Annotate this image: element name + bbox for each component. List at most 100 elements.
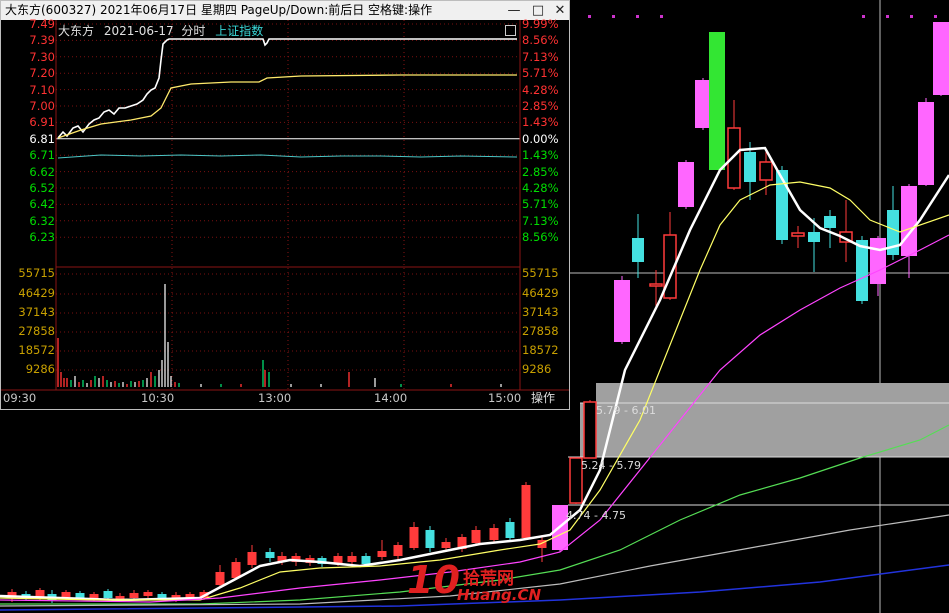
candle-body — [632, 238, 644, 262]
candle-body — [808, 232, 820, 242]
logo-number: 10 — [407, 558, 460, 602]
candle — [791, 226, 805, 248]
candle — [143, 590, 153, 598]
time-label-0930: 09:30 — [3, 391, 37, 405]
intraday-chart[interactable] — [1, 20, 569, 391]
candle-body — [441, 542, 451, 548]
candle-body — [143, 592, 153, 596]
index-link[interactable]: 上证指数 — [215, 24, 263, 38]
logo-url-text: Huang.CN — [457, 586, 542, 604]
candle — [489, 524, 499, 542]
expand-checkbox[interactable] — [505, 25, 516, 36]
candle — [583, 400, 597, 459]
candle-body — [649, 283, 663, 287]
pct-tick-label: 5.71% — [522, 197, 559, 212]
candle — [695, 78, 711, 130]
pct-tick-label: 8.56% — [522, 33, 559, 48]
pct-tick-label: 7.13% — [522, 49, 559, 64]
candle-body — [824, 216, 836, 228]
candle-body — [695, 80, 711, 128]
intraday-popup-window[interactable]: 大东方(600327) 2021年06月17日 星期四 PageUp/Down:… — [0, 0, 570, 410]
candle — [870, 236, 886, 296]
candle-body — [471, 530, 481, 543]
price-tick-label: 7.39 — [29, 33, 55, 48]
pct-tick-label: 7.13% — [522, 213, 559, 228]
time-label-1300: 13:00 — [258, 391, 292, 405]
top-marker — [910, 15, 913, 18]
time-label-1030: 10:30 — [141, 391, 175, 405]
price-tick-label: 6.52 — [29, 181, 55, 195]
volume-tick-label: 9286 — [25, 362, 55, 376]
pct-tick-label: 1.43% — [522, 115, 559, 130]
candle-body — [377, 551, 387, 557]
candle-body — [918, 102, 934, 185]
candle-body — [393, 545, 403, 556]
volume-tick-label: 9286 — [522, 362, 552, 376]
pct-tick-label: 4.28% — [522, 181, 559, 195]
candle — [933, 22, 949, 96]
candle — [247, 545, 257, 568]
site-logo: 10 拾荒网 Huang.CN — [407, 558, 547, 608]
candle — [393, 542, 403, 560]
price-tick-label: 6.23 — [29, 230, 55, 245]
candle-body — [75, 593, 85, 598]
candle — [678, 160, 694, 209]
volume-tick-label: 46429 — [522, 286, 559, 300]
candle — [614, 276, 630, 344]
gap-box-label-1: 5.79 - 6.01 — [596, 404, 656, 417]
price-tick-label: 6.81 — [29, 131, 55, 146]
volume-tick-label: 27858 — [522, 324, 559, 338]
top-marker — [612, 15, 615, 18]
price-tick-label: 6.71 — [29, 148, 55, 163]
candle-body — [933, 22, 949, 95]
top-marker — [636, 15, 639, 18]
candle-body — [505, 522, 515, 538]
candle-body — [791, 232, 805, 237]
candle-body — [744, 152, 756, 182]
operate-button[interactable]: 操作 — [521, 389, 565, 407]
candle-body — [489, 528, 499, 540]
candle — [709, 32, 725, 170]
pct-tick-label: 5.71% — [522, 66, 559, 81]
chart-date: 2021-06-17 — [103, 24, 174, 38]
pct-tick-label: 1.43% — [522, 148, 559, 163]
candle — [918, 98, 934, 186]
top-marker — [886, 15, 889, 18]
top-marker — [934, 15, 937, 18]
candle-body — [103, 591, 113, 598]
candle — [425, 526, 435, 552]
volume-tick-label: 55715 — [18, 266, 55, 280]
candle — [377, 540, 387, 560]
volume-tick-label: 37143 — [522, 305, 559, 319]
volume-tick-label: 46429 — [18, 286, 55, 300]
price-tick-label: 7.10 — [29, 82, 55, 97]
pct-tick-label: 0.00% — [522, 131, 559, 146]
candle-body — [231, 562, 241, 578]
price-tick-label: 7.20 — [29, 66, 55, 81]
gap-box-1-top — [596, 383, 949, 403]
price-tick-label: 7.00 — [29, 99, 55, 113]
candle-body — [521, 485, 531, 538]
candle-body — [727, 127, 741, 189]
price-tick-label: 7.30 — [29, 49, 55, 64]
pct-tick-label: 2.85% — [522, 164, 559, 179]
volume-tick-label: 18572 — [522, 343, 559, 357]
volume-tick-label: 55715 — [522, 266, 559, 280]
price-tick-label: 6.42 — [29, 197, 55, 212]
price-tick-label: 7.49 — [29, 17, 55, 31]
candle-body — [129, 593, 139, 598]
candle-body — [583, 401, 597, 459]
gap-box-label-3: 4.74 - 4.75 — [566, 509, 626, 522]
volume-tick-label: 37143 — [18, 305, 55, 319]
candle-body — [614, 280, 630, 342]
pct-tick-label: 2.85% — [522, 99, 559, 113]
pct-tick-label: 4.28% — [522, 82, 559, 97]
candle-body — [425, 530, 435, 548]
popup-titlebar[interactable]: 大东方(600327) 2021年06月17日 星期四 PageUp/Down:… — [1, 1, 569, 20]
window-title: 大东方(600327) 2021年06月17日 星期四 PageUp/Down:… — [5, 3, 433, 17]
candle — [839, 200, 853, 262]
candle-body — [247, 552, 257, 565]
top-marker — [862, 15, 865, 18]
candle — [537, 535, 547, 562]
candle-body — [709, 32, 725, 170]
